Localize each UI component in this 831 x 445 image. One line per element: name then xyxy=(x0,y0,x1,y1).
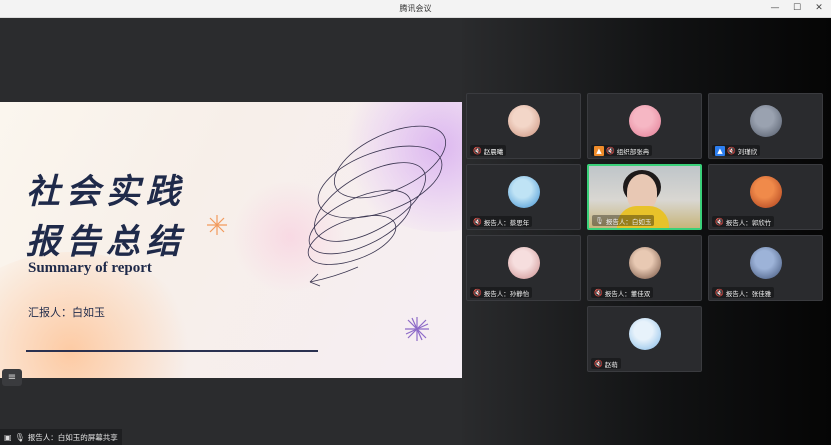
cohost-badge-icon: ▲ xyxy=(715,145,725,156)
participant-tile[interactable]: 🔇 报告人：孙静怡 xyxy=(466,235,581,301)
mic-off-icon: 🔇 xyxy=(727,146,736,155)
participant-name: 报告人：郭欣竹 xyxy=(725,218,772,227)
participant-label: ▲ 🔇 刘瑾欣 xyxy=(712,145,761,156)
avatar xyxy=(508,176,540,208)
participant-label: 🔇 报告人：孙静怡 xyxy=(470,287,533,298)
share-status-bar: ▣ 🎙 报告人：白如玉的屏幕共享 xyxy=(0,429,122,445)
slide-reporter: 汇报人：白如玉 xyxy=(28,307,105,319)
participant-gallery: 🔇 赵晨曦 ▲ 🔇 组织部张冉 ▲ 🔇 刘瑾欣 🔇 报告人：蔡思年 🎙 报告人：白如玉 🔇 报告人：郭欣竹… xyxy=(462,18,831,445)
avatar xyxy=(629,318,661,350)
participant-tile[interactable]: 🔇 报告人：郭欣竹 xyxy=(708,164,823,230)
participant-label: ▲ 🔇 组织部张冉 xyxy=(591,145,653,156)
participant-name: 报告人：白如玉 xyxy=(605,217,652,226)
participant-tile[interactable]: 🔇 报告人：张佳雅 xyxy=(708,235,823,301)
mic-on-icon: 🎙 xyxy=(595,216,604,225)
mic-off-icon: 🔇 xyxy=(594,359,603,368)
mic-off-icon: 🔇 xyxy=(473,288,482,297)
participant-name: 组织部张冉 xyxy=(616,147,650,156)
avatar xyxy=(750,176,782,208)
participant-name: 报告人：张佳雅 xyxy=(725,289,772,298)
participant-tile[interactable]: 🔇 报告人：董佳双 xyxy=(587,235,702,301)
decor-purple-star xyxy=(405,317,429,341)
shared-slide: 社会实践 报告总结 Summary of report 汇报人：白如玉 xyxy=(0,102,462,378)
slide-title-line-1: 社会实践 xyxy=(26,172,186,212)
decor-spiral xyxy=(307,125,447,287)
avatar xyxy=(508,105,540,137)
mic-off-icon: 🔇 xyxy=(715,288,724,297)
list-icon[interactable]: ≡ xyxy=(2,369,22,386)
participant-tile[interactable]: 🔇 赵萌 xyxy=(587,306,702,372)
screen-share-icon: ▣ xyxy=(4,432,12,442)
avatar xyxy=(508,247,540,279)
maximize-button[interactable]: ☐ xyxy=(791,2,803,15)
participant-label: 🔇 报告人：董佳双 xyxy=(591,287,654,298)
slide-divider xyxy=(26,350,318,352)
participant-tile[interactable]: 🎙 报告人：白如玉 xyxy=(587,164,702,230)
participant-label: 🔇 赵晨曦 xyxy=(470,145,507,156)
participant-name: 报告人：蔡思年 xyxy=(483,218,530,227)
minimize-button[interactable]: — xyxy=(769,2,781,15)
participant-tile[interactable]: 🔇 赵晨曦 xyxy=(466,93,581,159)
participant-tile[interactable]: 🔇 报告人：蔡思年 xyxy=(466,164,581,230)
participant-name: 赵晨曦 xyxy=(483,147,504,156)
slide-title-line-2: 报告总结 xyxy=(26,222,186,262)
participant-tile[interactable]: ▲ 🔇 刘瑾欣 xyxy=(708,93,823,159)
close-button[interactable]: ✕ xyxy=(813,2,825,15)
mic-icon: 🎙 xyxy=(14,432,25,442)
participant-label: 🔇 赵萌 xyxy=(591,358,621,369)
slide-subtitle: Summary of report xyxy=(28,260,152,276)
mic-off-icon: 🔇 xyxy=(473,146,482,155)
mic-off-icon: 🔇 xyxy=(715,217,724,226)
participant-name: 报告人：董佳双 xyxy=(604,289,651,298)
participant-name: 赵萌 xyxy=(604,360,618,369)
host-badge-icon: ▲ xyxy=(594,145,604,156)
participant-name: 报告人：孙静怡 xyxy=(483,289,530,298)
title-bar: 腾讯会议 — ☐ ✕ xyxy=(0,0,831,18)
participant-label: 🔇 报告人：张佳雅 xyxy=(712,287,775,298)
decor-orange-star xyxy=(207,215,227,235)
participant-tile[interactable]: ▲ 🔇 组织部张冉 xyxy=(587,93,702,159)
participant-label: 🔇 报告人：蔡思年 xyxy=(470,216,533,227)
avatar xyxy=(750,105,782,137)
mic-off-icon: 🔇 xyxy=(606,146,615,155)
mic-off-icon: 🔇 xyxy=(594,288,603,297)
avatar xyxy=(629,247,661,279)
mic-off-icon: 🔇 xyxy=(473,217,482,226)
meeting-window: 腾讯会议 — ☐ ✕ 社会实践 报告总结 Summary of report 汇… xyxy=(0,0,831,445)
participant-label: 🔇 报告人：郭欣竹 xyxy=(712,216,775,227)
share-status-text: 报告人：白如玉的屏幕共享 xyxy=(27,432,118,442)
screen-share-area: 社会实践 报告总结 Summary of report 汇报人：白如玉 ≡ xyxy=(0,18,462,445)
avatar xyxy=(750,247,782,279)
window-title: 腾讯会议 xyxy=(399,4,432,13)
participant-label: 🎙 报告人：白如玉 xyxy=(592,215,655,226)
avatar xyxy=(629,105,661,137)
participant-name: 刘瑾欣 xyxy=(737,147,758,156)
